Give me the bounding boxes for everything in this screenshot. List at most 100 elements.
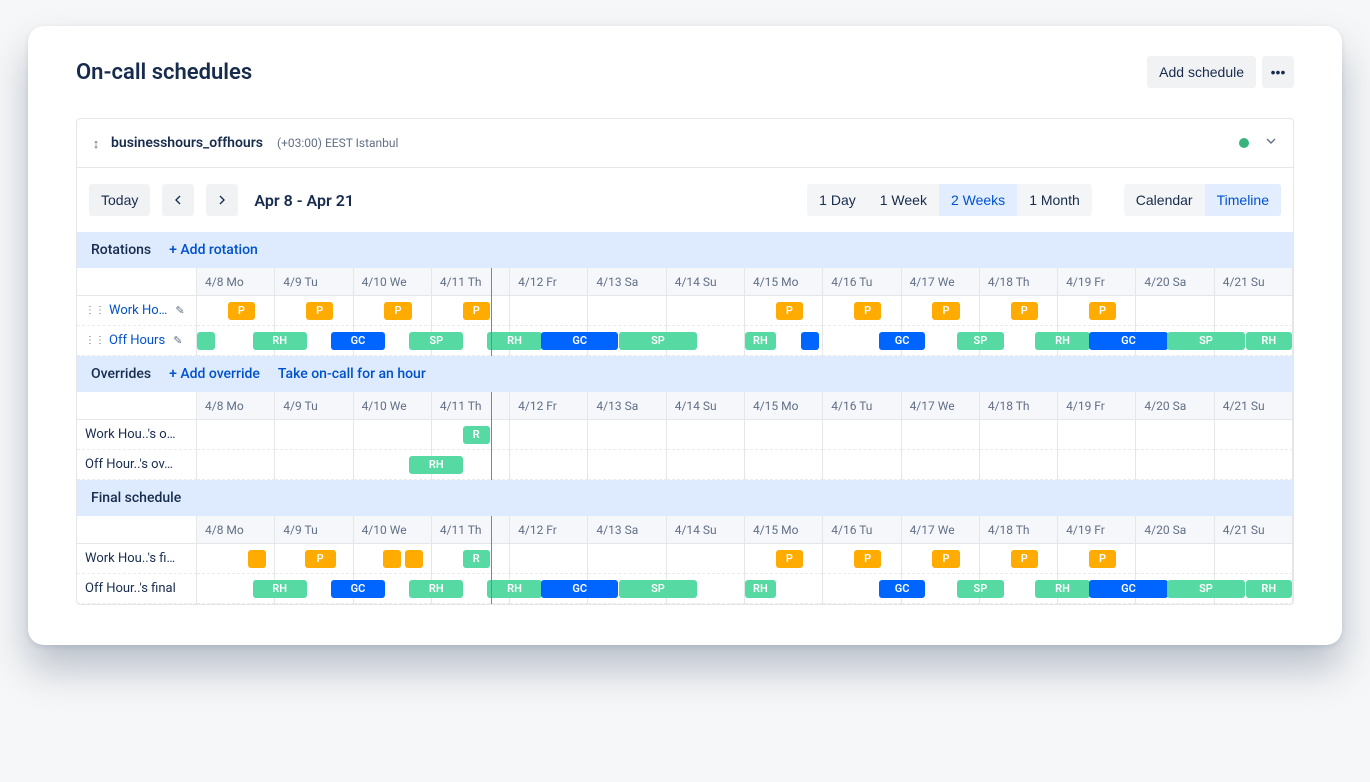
grid-cell: RH (197, 326, 275, 356)
day-header: 4/16 Tu (823, 392, 901, 420)
schedule-segment[interactable]: P (228, 302, 255, 320)
grid-cell: P (1058, 544, 1136, 574)
range-span-1-month[interactable]: 1 Month (1017, 184, 1092, 216)
grid-cell (902, 450, 980, 480)
grid-cell (667, 574, 745, 604)
day-header: 4/16 Tu (823, 516, 901, 544)
grid-cell: GC (1058, 326, 1136, 356)
grid-cell (510, 296, 588, 326)
grid-cell: SP (902, 326, 980, 356)
day-header: 4/12 Fr (510, 516, 588, 544)
schedule-segment[interactable]: P (463, 302, 490, 320)
schedule-segment[interactable]: R (463, 550, 490, 568)
schedule-segment[interactable] (197, 332, 215, 350)
schedule-segment[interactable]: P (932, 550, 959, 568)
drag-handle-icon[interactable]: ⋮⋮ (85, 305, 105, 316)
schedule-segment[interactable]: RH (1246, 580, 1292, 598)
schedule-segment[interactable]: P (384, 302, 411, 320)
section-title: Final schedule (91, 490, 181, 506)
section-action[interactable]: + Add override (169, 366, 260, 382)
grid-cell: SP (588, 574, 666, 604)
grid-cell: RH (354, 574, 432, 604)
schedule-segment[interactable]: P (854, 302, 881, 320)
range-span-1-week[interactable]: 1 Week (868, 184, 939, 216)
schedule-segment[interactable]: R (463, 426, 490, 444)
day-header: 4/20 Sa (1136, 516, 1214, 544)
chevron-down-icon[interactable] (1263, 133, 1279, 153)
add-schedule-button[interactable]: Add schedule (1147, 56, 1256, 88)
schedule-segment[interactable]: P (776, 302, 803, 320)
range-span-1-day[interactable]: 1 Day (807, 184, 868, 216)
schedule-segment[interactable]: P (854, 550, 881, 568)
grid-cell: RH (980, 574, 1058, 604)
schedule-segment[interactable]: P (305, 550, 336, 568)
grid-cell (432, 450, 510, 480)
grid-cell: P (823, 296, 901, 326)
schedule-segment[interactable]: P (776, 550, 803, 568)
schedule-segment[interactable]: RH (745, 580, 776, 598)
row-label[interactable]: ⋮⋮Off Hours✎ (77, 326, 197, 356)
grid-cell: SP (1136, 574, 1214, 604)
schedule-segment[interactable] (801, 332, 819, 350)
row-label: Work Hou..'s fi… (77, 544, 197, 574)
row-label[interactable]: ⋮⋮Work Ho…✎ (77, 296, 197, 326)
schedule-segment[interactable] (248, 550, 266, 568)
day-header: 4/19 Fr (1058, 392, 1136, 420)
pencil-icon[interactable]: ✎ (175, 304, 184, 317)
section-action[interactable]: Take on-call for an hour (278, 366, 426, 382)
drag-handle-icon[interactable]: ⋮⋮ (85, 335, 105, 346)
schedule-segment[interactable]: RH (1246, 332, 1292, 350)
range-span-2-weeks[interactable]: 2 Weeks (939, 184, 1017, 216)
grid-cell: GC (510, 326, 588, 356)
schedule-segment[interactable]: RH (745, 332, 776, 350)
grid-cell: GC (1058, 574, 1136, 604)
view-calendar[interactable]: Calendar (1124, 184, 1205, 216)
more-actions-button[interactable]: ••• (1262, 56, 1294, 88)
today-button[interactable]: Today (89, 184, 150, 216)
section-title: Overrides (91, 366, 151, 382)
expand-vertical-icon[interactable]: ↕ (89, 136, 103, 150)
schedule-segment[interactable] (383, 550, 401, 568)
schedule-name: businesshours_offhours (111, 135, 263, 151)
day-header: 4/13 Sa (588, 516, 666, 544)
grid-cell: RH (1215, 326, 1293, 356)
section-action[interactable]: + Add rotation (169, 242, 258, 258)
schedule-segment[interactable]: P (306, 302, 333, 320)
grid-cell: P (745, 296, 823, 326)
grid-cell: GC (275, 326, 353, 356)
grid-cell (510, 544, 588, 574)
view-timeline[interactable]: Timeline (1205, 184, 1281, 216)
grid-corner (77, 516, 197, 544)
grid-cell: GC (823, 574, 901, 604)
grid-cell: P (1058, 296, 1136, 326)
section-bar-overrides: Overrides + Add override Take on-call for … (77, 356, 1293, 392)
grid-cell: RH (432, 574, 510, 604)
pencil-icon[interactable]: ✎ (173, 334, 182, 347)
day-header: 4/12 Fr (510, 392, 588, 420)
grid-cell (510, 420, 588, 450)
day-header: 4/18 Th (980, 516, 1058, 544)
ellipsis-icon: ••• (1271, 64, 1286, 80)
day-header: 4/13 Sa (588, 392, 666, 420)
grid-cell: R (432, 544, 510, 574)
schedule-segment[interactable] (405, 550, 423, 568)
schedule-segment[interactable]: P (1089, 550, 1116, 568)
day-header: 4/17 We (902, 268, 980, 296)
row-label: Off Hour..'s ov… (77, 450, 197, 480)
grid-cell: P (980, 544, 1058, 574)
schedule-segment[interactable]: P (932, 302, 959, 320)
date-range-label: Apr 8 - Apr 21 (254, 191, 354, 210)
day-header: 4/8 Mo (197, 516, 275, 544)
grid-cell (197, 544, 275, 574)
day-header: 4/18 Th (980, 392, 1058, 420)
schedule-segment[interactable]: P (1011, 302, 1038, 320)
grid-cell (745, 420, 823, 450)
day-header: 4/15 Mo (745, 392, 823, 420)
schedule-segment[interactable]: P (1011, 550, 1038, 568)
prev-range-button[interactable] (162, 184, 194, 216)
grid-cell: RH (980, 326, 1058, 356)
grid-cell (1136, 544, 1214, 574)
day-header: 4/17 We (902, 516, 980, 544)
next-range-button[interactable] (206, 184, 238, 216)
schedule-segment[interactable]: P (1089, 302, 1116, 320)
